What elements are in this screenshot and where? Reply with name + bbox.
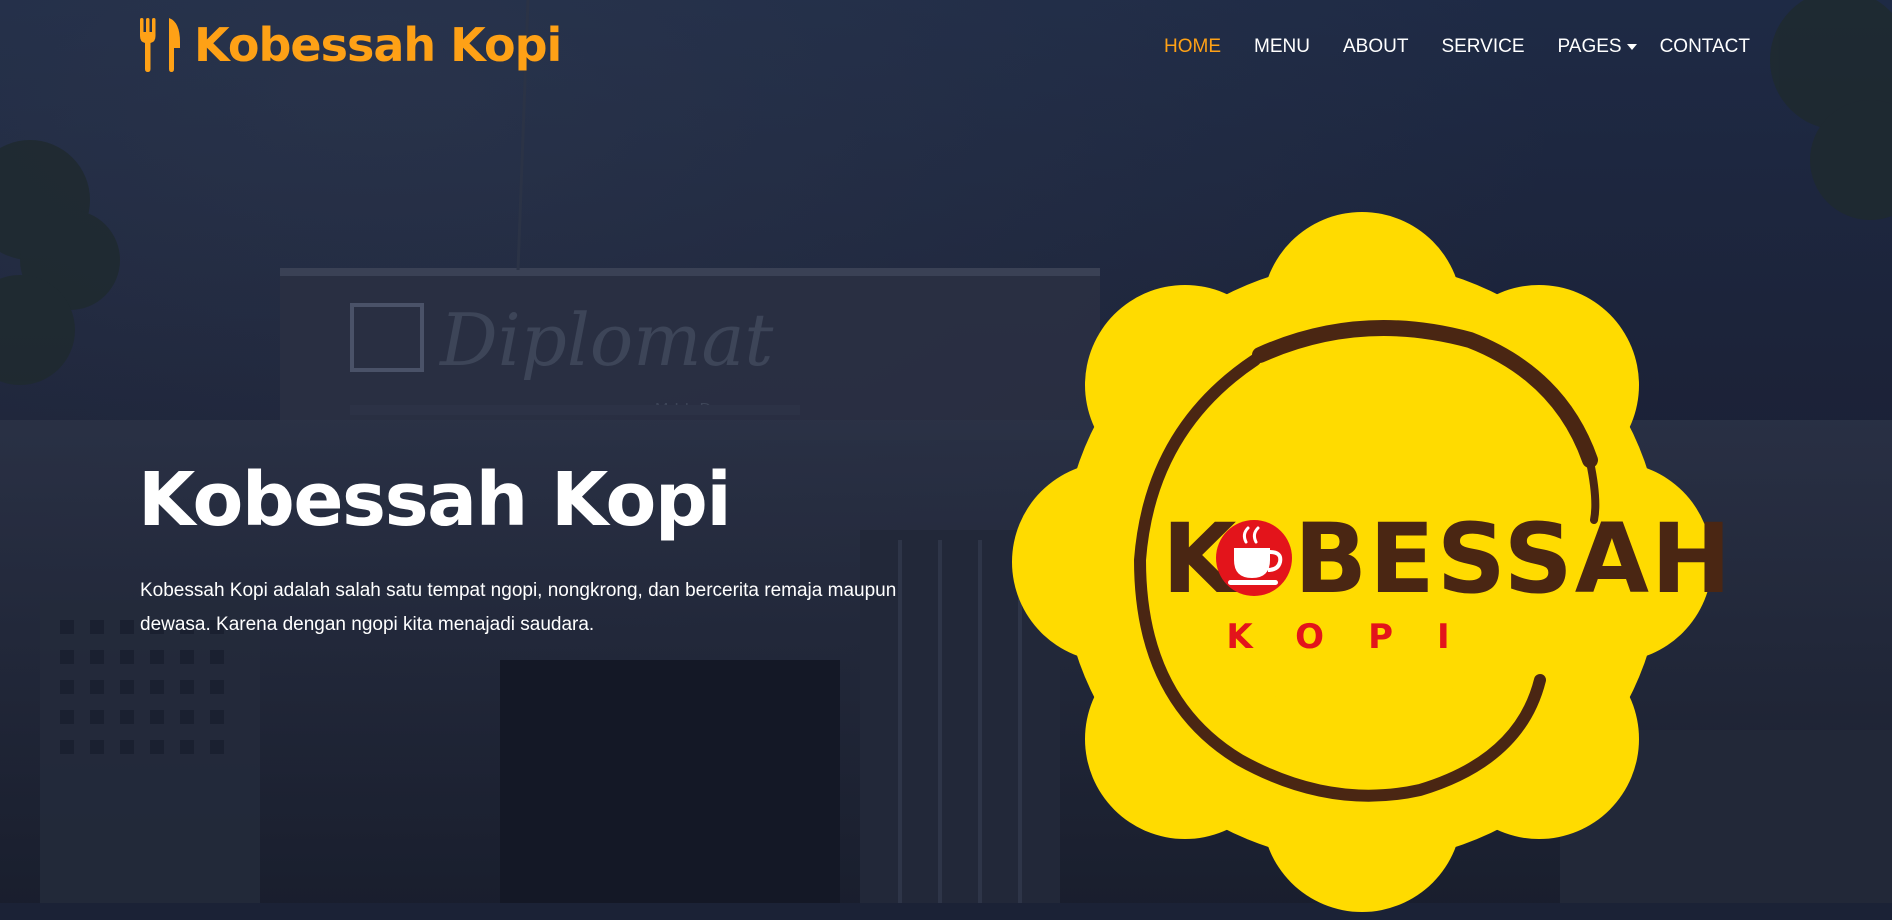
nav-pages-dropdown[interactable]: PAGES [1558, 36, 1637, 58]
nav-contact[interactable]: CONTACT [1660, 36, 1750, 58]
nav-home[interactable]: HOME [1164, 36, 1221, 58]
nav-menu[interactable]: MENU [1254, 36, 1310, 58]
utensils-icon [140, 18, 180, 72]
background-sign-text: Diplomat [438, 298, 774, 382]
main-nav: HOME MENU ABOUT SERVICE PAGES CONTACT [1131, 36, 1750, 58]
kobessah-logo-badge: K BESSAH KOPI [1000, 200, 1724, 920]
svg-text:BESSAH: BESSAH [1294, 503, 1724, 615]
nav-about[interactable]: ABOUT [1343, 36, 1408, 58]
nav-pages-label: PAGES [1557, 36, 1622, 57]
hero-description: Kobessah Kopi adalah salah satu tempat n… [140, 580, 897, 635]
navbar: Kobessah Kopi HOME MENU ABOUT SERVICE PA… [0, 0, 1892, 96]
brand-name: Kobessah Kopi [194, 18, 562, 72]
logo-image: K BESSAH KOPI [1012, 212, 1724, 912]
nav-service[interactable]: SERVICE [1441, 36, 1524, 58]
caret-down-icon [1626, 44, 1637, 50]
brand-link[interactable]: Kobessah Kopi [138, 18, 562, 72]
logo-subtitle: KOPI [1226, 617, 1493, 657]
hero-title: Kobessah Kopi [138, 457, 732, 543]
